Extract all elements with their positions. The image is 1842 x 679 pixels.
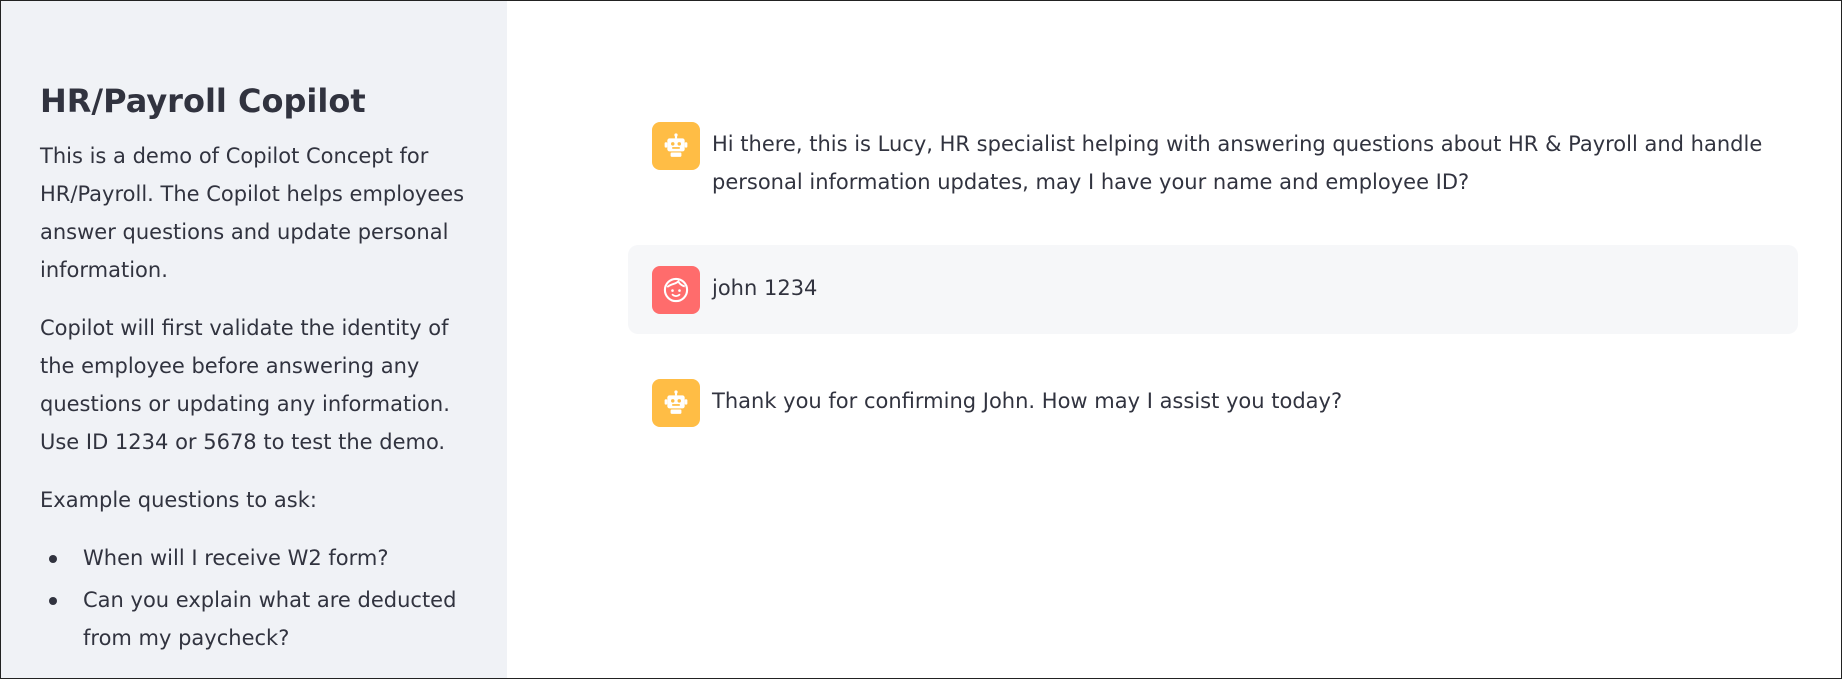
example-question-item: Can you explain what are deducted from m… xyxy=(49,581,467,657)
message-text: Hi there, this is Lucy, HR specialist he… xyxy=(712,132,1763,194)
message-text: john 1234 xyxy=(712,276,818,300)
example-question-item: When will I receive W2 form? xyxy=(49,539,467,577)
sidebar-intro-paragraph: This is a demo of Copilot Concept for HR… xyxy=(40,144,465,282)
sidebar: HR/Payroll Copilot This is a demo of Cop… xyxy=(1,1,507,678)
example-questions-list: When will I receive W2 form? Can you exp… xyxy=(40,539,467,657)
sidebar-title: HR/Payroll Copilot xyxy=(40,82,366,120)
sidebar-examples-heading: Example questions to ask: xyxy=(40,488,317,512)
sidebar-validation-paragraph: Copilot will first validate the identity… xyxy=(40,316,450,454)
robot-icon xyxy=(664,390,688,414)
chat-message-assistant: Hi there, this is Lucy, HR specialist he… xyxy=(628,101,1798,221)
chat-message-list: Hi there, this is Lucy, HR specialist he… xyxy=(628,101,1798,471)
assistant-avatar xyxy=(652,379,700,427)
main-chat-area: Hi there, this is Lucy, HR specialist he… xyxy=(507,1,1841,678)
message-text: Thank you for confirming John. How may I… xyxy=(712,389,1343,413)
chat-message-user: john 1234 xyxy=(628,245,1798,334)
assistant-avatar xyxy=(652,122,700,170)
robot-icon xyxy=(664,133,688,157)
user-avatar xyxy=(652,266,700,314)
app-window: HR/Payroll Copilot This is a demo of Cop… xyxy=(0,0,1842,679)
chat-message-assistant: Thank you for confirming John. How may I… xyxy=(628,358,1798,447)
face-icon xyxy=(663,277,689,303)
